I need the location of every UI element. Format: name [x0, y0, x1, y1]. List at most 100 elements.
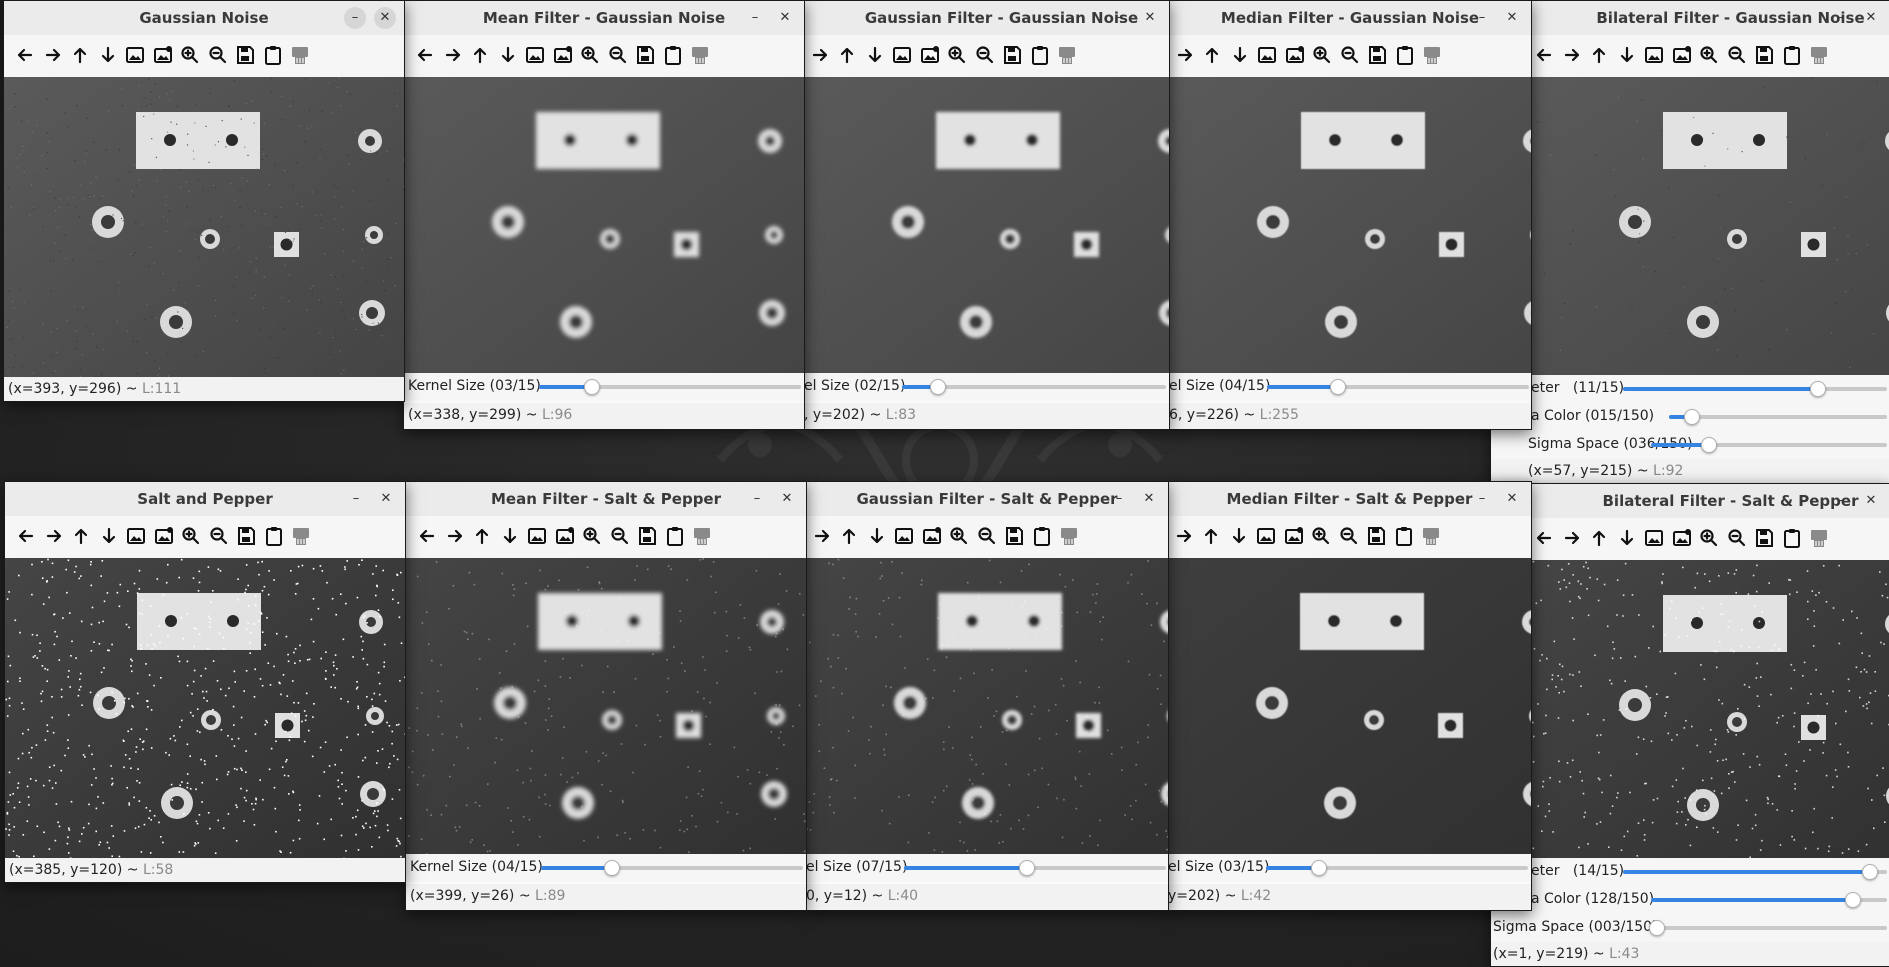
image-settings-icon[interactable]	[1669, 42, 1695, 68]
arrow-up-icon[interactable]	[469, 523, 495, 549]
arrow-up-icon[interactable]	[834, 42, 860, 68]
image-canvas[interactable]	[1168, 558, 1531, 858]
image-settings-icon[interactable]	[1669, 525, 1695, 551]
image-canvas[interactable]	[804, 77, 1169, 377]
title-bar[interactable]: Gaussian Filter - Salt & Pepper – ✕	[806, 482, 1168, 516]
arrow-down-icon[interactable]	[497, 523, 523, 549]
arrow-down-icon[interactable]	[96, 523, 122, 549]
close-icon[interactable]: ✕	[374, 7, 396, 29]
image-canvas[interactable]	[1531, 77, 1889, 377]
slider-handle[interactable]	[1649, 920, 1665, 936]
save-icon[interactable]	[1751, 42, 1777, 68]
zoom-in-icon[interactable]	[1309, 42, 1335, 68]
image-settings-icon[interactable]	[1282, 42, 1308, 68]
minimize-icon[interactable]: –	[1830, 490, 1852, 512]
zoom-in-icon[interactable]	[946, 523, 972, 549]
zoom-out-icon[interactable]	[205, 42, 231, 68]
close-icon[interactable]: ✕	[1860, 7, 1882, 29]
image-canvas[interactable]	[1169, 77, 1531, 377]
arrow-right-icon[interactable]	[442, 523, 468, 549]
window-gaussian-noise[interactable]: Gaussian Noise – ✕ (x=393, y=296) ~ L:11…	[3, 0, 405, 402]
window-salt-and-pepper[interactable]: Salt and Pepper – ✕ (x=385, y=120) ~ L:5…	[4, 481, 406, 883]
sigma-color-slider[interactable]	[1651, 898, 1887, 902]
slider-handle[interactable]	[1862, 864, 1878, 880]
diameter-slider[interactable]	[1623, 387, 1887, 391]
image-icon[interactable]	[1641, 525, 1667, 551]
sigma-color-slider[interactable]	[1669, 415, 1887, 419]
title-bar[interactable]: Mean Filter - Salt & Pepper – ✕	[406, 482, 806, 516]
save-icon[interactable]	[1364, 42, 1390, 68]
save-icon[interactable]	[1751, 525, 1777, 551]
image-icon[interactable]	[889, 42, 915, 68]
arrow-up-icon[interactable]	[1198, 523, 1224, 549]
close-icon[interactable]: ✕	[375, 488, 397, 510]
minimize-icon[interactable]: –	[1471, 488, 1493, 510]
properties-icon[interactable]	[287, 42, 313, 68]
arrow-down-icon[interactable]	[1614, 525, 1640, 551]
zoom-in-icon[interactable]	[577, 42, 603, 68]
clipboard-icon[interactable]	[1029, 523, 1055, 549]
close-icon[interactable]: ✕	[774, 7, 796, 29]
save-icon[interactable]	[233, 523, 259, 549]
properties-icon[interactable]	[1806, 42, 1832, 68]
kernel-size-slider[interactable]	[1266, 866, 1528, 870]
image-canvas[interactable]	[404, 77, 804, 377]
save-icon[interactable]	[232, 42, 258, 68]
image-settings-icon[interactable]	[550, 42, 576, 68]
image-canvas[interactable]	[1531, 560, 1889, 860]
clipboard-icon[interactable]	[1779, 525, 1805, 551]
zoom-in-icon[interactable]	[579, 523, 605, 549]
arrow-right-icon[interactable]	[40, 42, 66, 68]
clipboard-icon[interactable]	[660, 42, 686, 68]
minimize-icon[interactable]: –	[345, 488, 367, 510]
image-icon[interactable]	[1641, 42, 1667, 68]
zoom-out-icon[interactable]	[974, 523, 1000, 549]
properties-icon[interactable]	[288, 523, 314, 549]
clipboard-icon[interactable]	[261, 523, 287, 549]
properties-icon[interactable]	[1056, 523, 1082, 549]
arrow-up-icon[interactable]	[836, 523, 862, 549]
arrow-up-icon[interactable]	[1199, 42, 1225, 68]
image-icon[interactable]	[122, 42, 148, 68]
clipboard-icon[interactable]	[1779, 42, 1805, 68]
clipboard-icon[interactable]	[662, 523, 688, 549]
arrow-down-icon[interactable]	[1614, 42, 1640, 68]
image-icon[interactable]	[891, 523, 917, 549]
properties-icon[interactable]	[1419, 42, 1445, 68]
zoom-out-icon[interactable]	[1337, 42, 1363, 68]
save-icon[interactable]	[1363, 523, 1389, 549]
title-bar[interactable]: Salt and Pepper – ✕	[5, 482, 405, 516]
kernel-size-slider[interactable]	[902, 385, 1166, 389]
slider-handle[interactable]	[1684, 409, 1700, 425]
zoom-out-icon[interactable]	[1724, 525, 1750, 551]
arrow-up-icon[interactable]	[67, 42, 93, 68]
slider-handle[interactable]	[1701, 437, 1717, 453]
title-bar[interactable]: Gaussian Filter - Gaussian Noise – ✕	[804, 1, 1169, 35]
zoom-out-icon[interactable]	[1336, 523, 1362, 549]
slider-handle[interactable]	[1311, 860, 1327, 876]
arrow-up-icon[interactable]	[467, 42, 493, 68]
image-icon[interactable]	[522, 42, 548, 68]
arrow-left-icon[interactable]	[12, 42, 38, 68]
slider-handle[interactable]	[1810, 381, 1826, 397]
arrow-right-icon[interactable]	[809, 523, 835, 549]
properties-icon[interactable]	[1806, 525, 1832, 551]
sigma-space-slider[interactable]	[1651, 926, 1887, 930]
window-bilateral-filter-gaussian-noise[interactable]: Bilateral Filter - Gaussian Noise – ✕ et…	[1490, 0, 1889, 485]
title-bar[interactable]: Mean Filter - Gaussian Noise – ✕	[404, 1, 804, 35]
save-icon[interactable]	[1001, 523, 1027, 549]
diameter-slider[interactable]	[1623, 870, 1887, 874]
image-settings-icon[interactable]	[917, 42, 943, 68]
zoom-in-icon[interactable]	[177, 42, 203, 68]
window-mean-filter-gaussian-noise[interactable]: Mean Filter - Gaussian Noise – ✕ Kernel …	[403, 0, 805, 430]
title-bar[interactable]: Gaussian Noise – ✕	[4, 1, 404, 35]
zoom-out-icon[interactable]	[206, 523, 232, 549]
image-settings-icon[interactable]	[552, 523, 578, 549]
arrow-left-icon[interactable]	[1531, 42, 1557, 68]
close-icon[interactable]: ✕	[1860, 490, 1882, 512]
zoom-in-icon[interactable]	[944, 42, 970, 68]
zoom-in-icon[interactable]	[1696, 42, 1722, 68]
slider-handle[interactable]	[1330, 379, 1346, 395]
arrow-right-icon[interactable]	[1559, 42, 1585, 68]
image-settings-icon[interactable]	[1281, 523, 1307, 549]
